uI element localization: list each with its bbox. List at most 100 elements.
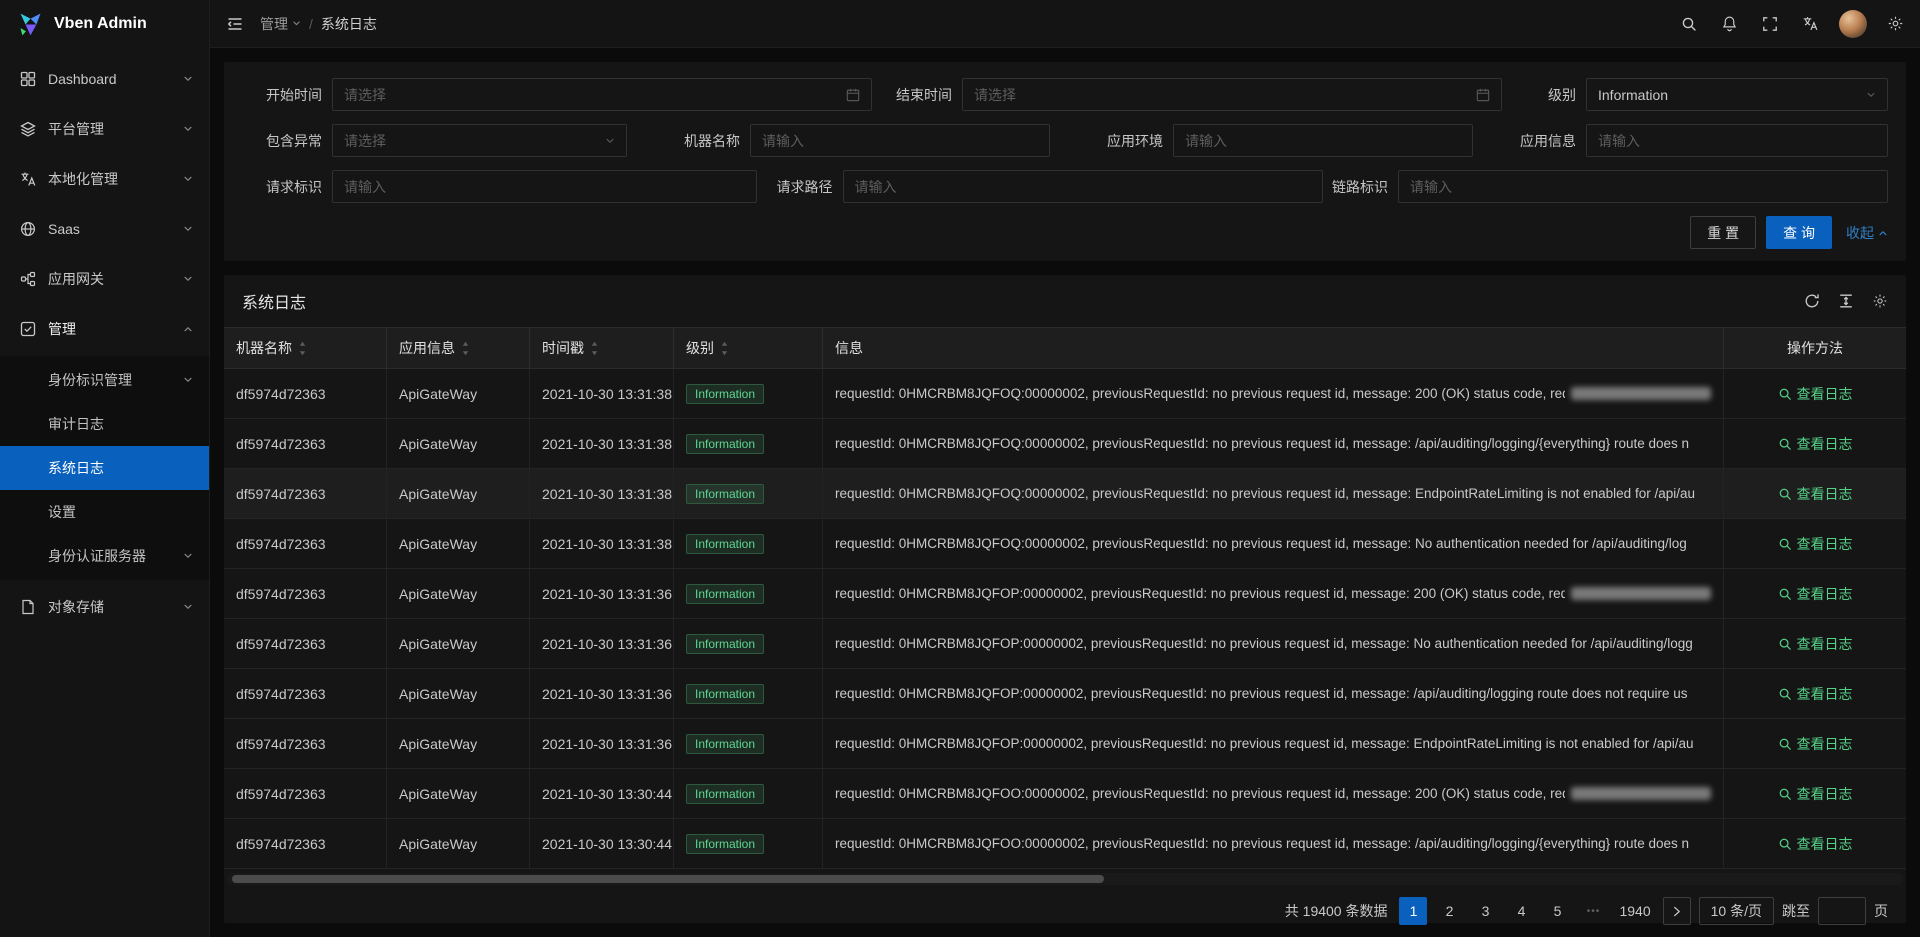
reset-button[interactable]: 重 置	[1690, 216, 1756, 249]
level-cell: Information	[674, 369, 823, 418]
table-row: df5974d72363ApiGateWay2021-10-30 13:31:3…	[224, 369, 1906, 419]
column-header[interactable]: 时间戳	[530, 328, 674, 368]
exception-label: 包含异常	[242, 131, 332, 151]
row-height-icon[interactable]	[1838, 293, 1854, 309]
sidebar-subitem[interactable]: 设置	[0, 490, 209, 534]
machine-name-cell: df5974d72363	[224, 719, 387, 768]
trace-id-input[interactable]	[1410, 179, 1876, 195]
app-env-input[interactable]	[1185, 133, 1461, 149]
machine-name-cell: df5974d72363	[224, 469, 387, 518]
chevron-up-icon	[1878, 228, 1888, 238]
page-button[interactable]: 3	[1471, 897, 1499, 925]
column-header[interactable]: 应用信息	[387, 328, 530, 368]
column-header[interactable]: 机器名称	[224, 328, 387, 368]
bell-icon[interactable]	[1709, 0, 1750, 48]
chevron-down-icon	[183, 602, 193, 612]
action-cell: 查看日志	[1724, 769, 1906, 818]
message-cell: requestId: 0HMCRBM8JQFOO:00000002, previ…	[823, 769, 1724, 818]
table-toolbar	[1804, 293, 1888, 309]
sidebar-item[interactable]: 平台管理	[0, 106, 209, 152]
app-info-cell: ApiGateWay	[387, 769, 530, 818]
view-log-link[interactable]: 查看日志	[1778, 584, 1853, 604]
end-time-input[interactable]	[974, 87, 1468, 103]
level-badge: Information	[686, 584, 764, 604]
sidebar-item[interactable]: 本地化管理	[0, 156, 209, 202]
magnifier-icon	[1778, 487, 1792, 501]
request-path-box[interactable]	[843, 170, 1323, 203]
request-path-input[interactable]	[855, 179, 1311, 195]
trace-id-box[interactable]	[1398, 170, 1888, 203]
view-log-link[interactable]: 查看日志	[1778, 834, 1853, 854]
page-button[interactable]: 1	[1399, 897, 1427, 925]
page-button[interactable]: 4	[1507, 897, 1535, 925]
menu-fold-icon[interactable]	[226, 0, 244, 48]
magnifier-icon	[1778, 687, 1792, 701]
table-row: df5974d72363ApiGateWay2021-10-30 13:30:4…	[224, 819, 1906, 869]
pagination: 共 19400 条数据 12345•••1940 10 条/页 跳至 页	[224, 885, 1906, 931]
view-log-link[interactable]: 查看日志	[1778, 484, 1853, 504]
view-log-link[interactable]: 查看日志	[1778, 434, 1853, 454]
level-select[interactable]: Information	[1586, 78, 1888, 111]
app-env-box[interactable]	[1173, 124, 1473, 157]
view-log-link[interactable]: 查看日志	[1778, 384, 1853, 404]
gear-icon[interactable]	[1875, 0, 1916, 48]
view-log-link[interactable]: 查看日志	[1778, 534, 1853, 554]
level-cell: Information	[674, 769, 823, 818]
app-info-input[interactable]	[1598, 133, 1876, 149]
sidebar-subitem[interactable]: 身份标识管理	[0, 358, 209, 402]
jump-suffix: 页	[1874, 901, 1888, 921]
horizontal-scrollbar[interactable]	[227, 873, 1903, 885]
jump-page-input[interactable]	[1818, 897, 1866, 925]
column-header[interactable]: 级别	[674, 328, 823, 368]
refresh-icon[interactable]	[1804, 293, 1820, 309]
sidebar-item[interactable]: 管理	[0, 306, 209, 352]
end-time-picker[interactable]	[962, 78, 1502, 111]
localization-icon	[20, 171, 38, 187]
sidebar-subitem[interactable]: 身份认证服务器	[0, 534, 209, 578]
next-page-button[interactable]	[1663, 897, 1691, 925]
column-settings-icon[interactable]	[1872, 293, 1888, 309]
search-button[interactable]: 查 询	[1766, 216, 1832, 249]
table-header: 机器名称应用信息时间戳级别信息操作方法	[224, 327, 1906, 369]
timestamp-cell: 2021-10-30 13:31:38	[530, 369, 674, 418]
view-log-link[interactable]: 查看日志	[1778, 634, 1853, 654]
level-cell: Information	[674, 719, 823, 768]
sidebar-item[interactable]: Dashboard	[0, 56, 209, 102]
machine-name-input[interactable]	[762, 133, 1038, 149]
request-id-box[interactable]	[332, 170, 757, 203]
view-log-link[interactable]: 查看日志	[1778, 684, 1853, 704]
page-button[interactable]: 1940	[1615, 897, 1654, 925]
app-info-field: 应用信息	[1516, 124, 1888, 157]
sidebar-item[interactable]: 对象存储	[0, 584, 209, 630]
storage-icon	[20, 599, 38, 615]
timestamp-cell: 2021-10-30 13:31:38	[530, 469, 674, 518]
page-button[interactable]: 2	[1435, 897, 1463, 925]
avatar[interactable]	[1839, 10, 1867, 38]
sidebar: Vben Admin Dashboard平台管理本地化管理Saas应用网关管理身…	[0, 0, 210, 937]
sidebar-subitem[interactable]: 系统日志	[0, 446, 209, 490]
app-info-box[interactable]	[1586, 124, 1888, 157]
level-badge: Information	[686, 684, 764, 704]
start-time-input[interactable]	[344, 87, 838, 103]
sidebar-item[interactable]: Saas	[0, 206, 209, 252]
search-icon[interactable]	[1669, 0, 1709, 48]
logo[interactable]: Vben Admin	[0, 0, 209, 48]
scrollbar-thumb[interactable]	[232, 875, 1104, 883]
start-time-picker[interactable]	[332, 78, 872, 111]
request-id-input[interactable]	[344, 179, 745, 195]
page-size-select[interactable]: 10 条/页	[1699, 897, 1774, 925]
timestamp-cell: 2021-10-30 13:30:44	[530, 769, 674, 818]
action-cell: 查看日志	[1724, 619, 1906, 668]
machine-name-box[interactable]	[750, 124, 1050, 157]
sidebar-subitem[interactable]: 审计日志	[0, 402, 209, 446]
collapse-link[interactable]: 收起	[1846, 223, 1888, 243]
page-button[interactable]: 5	[1543, 897, 1571, 925]
sidebar-item[interactable]: 应用网关	[0, 256, 209, 302]
fullscreen-icon[interactable]	[1750, 0, 1790, 48]
action-cell: 查看日志	[1724, 519, 1906, 568]
view-log-link[interactable]: 查看日志	[1778, 734, 1853, 754]
view-log-link[interactable]: 查看日志	[1778, 784, 1853, 804]
exception-select[interactable]: 请选择	[332, 124, 627, 157]
translate-icon[interactable]	[1790, 0, 1831, 48]
breadcrumb-section[interactable]: 管理	[260, 14, 301, 34]
